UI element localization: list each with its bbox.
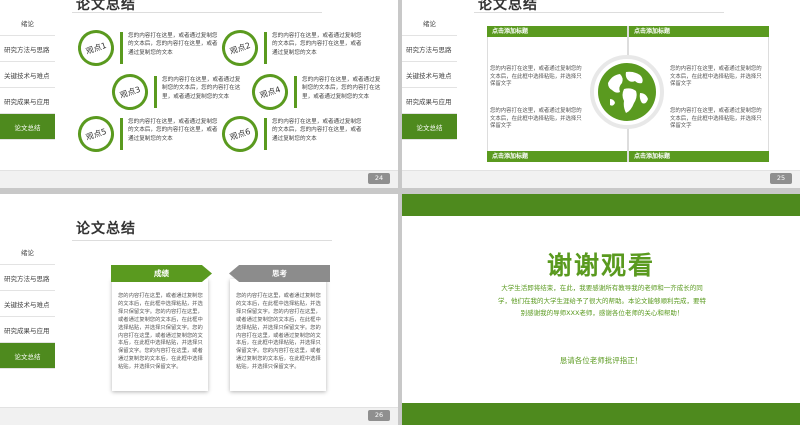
card-text: 您的内容打在这里，或者通过复制您的文本后，在此框中选择粘贴，并选择只保留文字。您… <box>236 293 321 371</box>
slide-footer <box>0 407 398 425</box>
point-label: 观点3 <box>118 84 142 100</box>
point-label: 观点1 <box>84 40 108 56</box>
globe-frame <box>590 55 664 129</box>
point-label: 观点4 <box>258 84 282 100</box>
card-achievements: 您的内容打在这里，或者通过复制您的文本后，在此框中选择粘贴，并选择只保留文字。您… <box>112 279 208 391</box>
sidebar-item-summary[interactable]: 论文总结 <box>0 114 55 140</box>
title-divider <box>72 12 322 13</box>
header-bottom-left[interactable]: 点击添加标题 <box>487 151 627 162</box>
title-divider <box>72 240 332 241</box>
sidebar-item-summary[interactable]: 论文总结 <box>402 114 457 140</box>
point-badge-3: 观点3 <box>107 69 153 115</box>
slide-24[interactable]: 论文总结 绪论 研究方法与思路 关键技术与难点 研究成果与应用 论文总结 观点1… <box>0 0 398 188</box>
point-text-2: 您的内容打在这里，或者通过复制您的文本后，您的内容打在这里，或者通过复制您的文本 <box>272 33 362 56</box>
accent-bar <box>120 118 123 150</box>
accent-bar <box>120 32 123 64</box>
point-badge-6: 观点6 <box>217 111 263 157</box>
sidebar-item-tech[interactable]: 关键技术与难点 <box>0 291 55 317</box>
accent-bar <box>294 76 297 108</box>
page-number: 25 <box>770 173 792 184</box>
banner-reflections: 思考 <box>229 265 330 282</box>
card-text: 您的内容打在这里，或者通过复制您的文本后，在此框中选择粘贴，并选择只保留文字。您… <box>118 293 203 371</box>
slide-25[interactable]: 论文总结 绪论 研究方法与思路 关键技术与难点 研究成果与应用 论文总结 点击添… <box>402 0 800 188</box>
sidebar-item-summary[interactable]: 论文总结 <box>0 343 55 369</box>
page-number: 24 <box>368 173 390 184</box>
slide-thanks[interactable]: 谢谢观看 大学生活即将结束，在此，我要感谢所有教导我的老师和一齐成长的同学，他们… <box>402 194 800 425</box>
accent-bar <box>264 32 267 64</box>
point-text-5: 您的内容打在这里，或者通过复制您的文本后，您的内容打在这里，或者通过复制您的文本 <box>128 119 218 142</box>
sidebar-item-results[interactable]: 研究成果与应用 <box>0 317 55 343</box>
point-text-3: 您的内容打在这里，或者通过复制您的文本后，您的内容打在这里，或者通过复制您的文本 <box>162 77 241 100</box>
accent-bar <box>154 76 157 108</box>
accent-bar <box>264 118 267 150</box>
slide-title: 论文总结 <box>76 221 136 237</box>
thanks-title: 谢谢观看 <box>546 251 655 280</box>
point-text-4: 您的内容打在这里，或者通过复制您的文本后，您的内容打在这里，或者通过复制您的文本 <box>302 77 381 100</box>
banner-achievements: 成绩 <box>111 265 212 282</box>
point-badge-1: 观点1 <box>73 25 119 71</box>
sidebar-item-intro[interactable]: 绪论 <box>0 10 55 36</box>
header-bottom-right[interactable]: 点击添加标题 <box>629 151 769 162</box>
closing-line: 恳请各位老师批评指正！ <box>559 356 643 365</box>
sidebar-nav: 绪论 研究方法与思路 关键技术与难点 研究成果与应用 论文总结 <box>0 10 55 140</box>
text-bottom-left: 您的内容打在这里，或者通过复制您的文本后，在此框中选择粘贴，并选择只保留文字 <box>490 108 582 129</box>
point-badge-5: 观点5 <box>73 111 119 157</box>
text-top-left: 您的内容打在这里，或者通过复制您的文本后，在此框中选择粘贴，并选择只保留文字 <box>490 66 582 87</box>
sidebar-item-tech[interactable]: 关键技术与难点 <box>0 62 55 88</box>
card-reflections: 您的内容打在这里，或者通过复制您的文本后，在此框中选择粘贴，并选择只保留文字。您… <box>230 279 326 391</box>
point-label: 观点2 <box>228 40 252 56</box>
slide-26[interactable]: 论文总结 绪论 研究方法与思路 关键技术与难点 研究成果与应用 论文总结 您的内… <box>0 194 398 425</box>
sidebar-item-results[interactable]: 研究成果与应用 <box>402 88 457 114</box>
point-text-6: 您的内容打在这里，或者通过复制您的文本后，您的内容打在这里，或者通过复制您的文本 <box>272 119 362 142</box>
header-top-left[interactable]: 点击添加标题 <box>487 26 627 37</box>
point-label: 观点5 <box>84 126 108 142</box>
sidebar-item-intro[interactable]: 绪论 <box>0 239 55 265</box>
slide-footer <box>402 170 800 188</box>
header-top-right[interactable]: 点击添加标题 <box>629 26 769 37</box>
bottom-band <box>402 403 800 425</box>
sidebar-item-methods[interactable]: 研究方法与思路 <box>0 265 55 291</box>
slide-footer <box>0 170 398 188</box>
text-top-right: 您的内容打在这里，或者通过复制您的文本后，在此框中选择粘贴，并选择只保留文字 <box>670 66 762 87</box>
globe-icon <box>598 63 656 121</box>
title-divider <box>474 12 724 13</box>
thanks-body: 大学生活即将结束，在此，我要感谢所有教导我的老师和一齐成长的同学，他们在我的大学… <box>498 284 706 317</box>
page-number: 26 <box>368 410 390 421</box>
sidebar-item-results[interactable]: 研究成果与应用 <box>0 88 55 114</box>
sidebar-item-tech[interactable]: 关键技术与难点 <box>402 62 457 88</box>
text-bottom-right: 您的内容打在这里，或者通过复制您的文本后，在此框中选择粘贴，并选择只保留文字 <box>670 108 762 129</box>
top-band <box>402 194 800 216</box>
sidebar-nav: 绪论 研究方法与思路 关键技术与难点 研究成果与应用 论文总结 <box>0 239 55 369</box>
point-label: 观点6 <box>228 126 252 142</box>
sidebar-item-methods[interactable]: 研究方法与思路 <box>0 36 55 62</box>
sidebar-item-methods[interactable]: 研究方法与思路 <box>402 36 457 62</box>
point-text-1: 您的内容打在这里，或者通过复制您的文本后，您的内容打在这里，或者通过复制您的文本 <box>128 33 218 56</box>
point-badge-4: 观点4 <box>247 69 293 115</box>
sidebar-nav: 绪论 研究方法与思路 关键技术与难点 研究成果与应用 论文总结 <box>402 10 457 140</box>
point-badge-2: 观点2 <box>217 25 263 71</box>
sidebar-item-intro[interactable]: 绪论 <box>402 10 457 36</box>
